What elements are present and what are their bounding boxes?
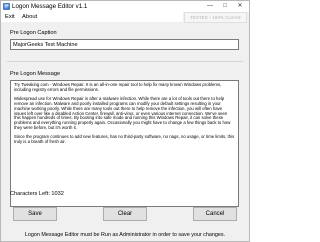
minimize-button[interactable]: — xyxy=(204,2,216,11)
app-icon xyxy=(3,3,10,10)
menu-exit[interactable]: Exit xyxy=(5,14,15,21)
main-window: Logon Message Editor v1.1 — □ ✕ TESTED •… xyxy=(0,0,250,242)
message-paragraph: Try Tweaking.com - Windows Repair. It is… xyxy=(14,82,222,92)
caption-input[interactable] xyxy=(10,39,239,50)
maximize-button[interactable]: □ xyxy=(219,2,231,11)
message-paragraph: Widespread use for Windows Repair is aft… xyxy=(14,95,231,131)
section-divider xyxy=(7,61,243,62)
clear-button[interactable]: Clear xyxy=(103,207,147,221)
message-label: Pre Logon Message xyxy=(10,71,61,77)
characters-left-value: 1032 xyxy=(51,191,64,197)
window-title: Logon Message Editor v1.1 xyxy=(12,3,88,10)
status-message: Logon Message Editor must be Run as Admi… xyxy=(24,232,226,238)
caption-label: Pre Logon Caption xyxy=(10,30,57,36)
message-paragraph: Since the program continues to add new f… xyxy=(14,134,235,145)
save-button[interactable]: Save xyxy=(13,207,57,221)
menu-about[interactable]: About xyxy=(22,14,37,21)
cancel-button[interactable]: Cancel xyxy=(193,207,237,221)
title-bar: Logon Message Editor v1.1 — □ ✕ xyxy=(1,1,249,12)
close-button[interactable]: ✕ xyxy=(234,2,246,11)
tested-clean-watermark: TESTED • 100% CLEAN xyxy=(184,12,247,23)
characters-left-label: Characters Left: xyxy=(10,191,50,197)
menu-bar: Exit About xyxy=(1,12,183,22)
message-textarea[interactable]: Try Tweaking.com - Windows Repair. It is… xyxy=(10,80,239,207)
characters-left: Characters Left: 1032 xyxy=(10,191,64,198)
